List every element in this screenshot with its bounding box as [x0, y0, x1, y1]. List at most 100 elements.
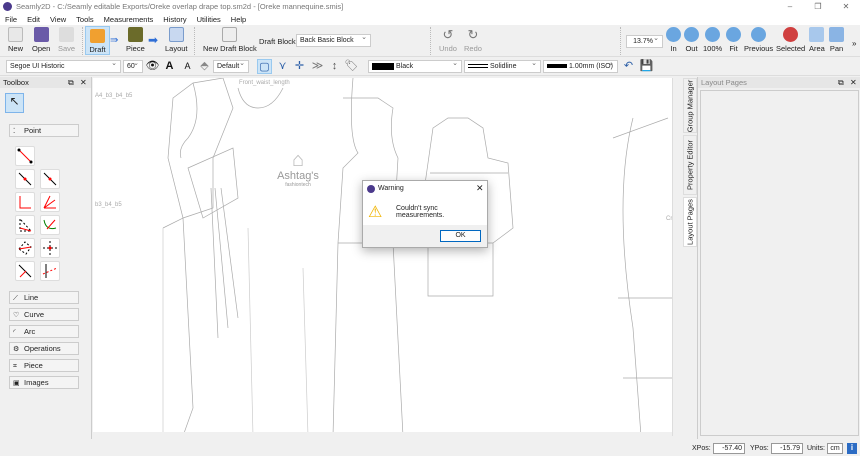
font-select[interactable]: Segoe UI Historic [6, 60, 121, 73]
draft-mode-button[interactable]: Draft [85, 26, 110, 55]
float-icon[interactable]: ⧉ [838, 77, 844, 88]
close-button[interactable]: ✕ [832, 0, 860, 13]
zoom-fit-label: Fit [729, 44, 737, 53]
layout-pages-list[interactable] [700, 90, 859, 436]
title-bar: Seamly2D - C:/Seamly editable Exports/Or… [0, 0, 860, 13]
label-style-icon[interactable]: ⬘ [197, 59, 212, 74]
color-label: Black [396, 63, 413, 70]
midpoint-tool[interactable] [40, 169, 60, 189]
reset-icon[interactable]: ↶ [621, 59, 636, 74]
line-point-tool[interactable] [15, 146, 35, 166]
zoom-out-button[interactable]: Out [684, 27, 699, 53]
line-group-button[interactable]: ⟋Line [9, 291, 79, 304]
point-group-button[interactable]: ⁚Point [9, 124, 79, 137]
images-group-button[interactable]: ▣Images [9, 376, 79, 389]
curve-group-button[interactable]: ♡Curve [9, 308, 79, 321]
chevrons-icon[interactable]: ≫ [310, 59, 325, 74]
arc-group-button[interactable]: ◜Arc [9, 325, 79, 338]
line-weight-select[interactable]: 1.00mm (ISO) [543, 60, 618, 73]
zoom-previous-button[interactable]: Previous [744, 27, 773, 53]
height-tool[interactable] [15, 261, 35, 281]
zoom-fit-button[interactable]: Fit [726, 27, 741, 53]
ok-button[interactable]: OK [440, 230, 481, 242]
piece-icon: ⌗ [13, 361, 17, 372]
menu-history[interactable]: History [158, 15, 191, 24]
toggle-points-icon[interactable]: ▢ [257, 59, 272, 74]
pan-button[interactable]: Pan [829, 27, 844, 53]
decrease-font-icon[interactable]: A [180, 59, 195, 74]
float-icon[interactable]: ⧉ [68, 77, 74, 88]
menu-help[interactable]: Help [226, 15, 251, 24]
tab-property-editor[interactable]: Property Editor [683, 135, 697, 195]
label-style-select[interactable]: Default [213, 60, 249, 73]
zoom-out-icon [684, 27, 699, 42]
zoom-selected-icon [783, 27, 798, 42]
tag-icon[interactable]: 🏷 [344, 59, 359, 74]
redo-button[interactable]: ↻Redo [464, 27, 482, 53]
line-type-select[interactable]: Solidline [464, 60, 541, 73]
zoom-100-button[interactable]: 100% [703, 27, 722, 53]
new-draft-block-icon [222, 27, 237, 42]
draft-block-select[interactable]: Back Basic Block [296, 34, 371, 47]
menu-tools[interactable]: Tools [71, 15, 99, 24]
zoom-spinbox[interactable]: 13.7% [626, 35, 663, 48]
vertical-scrollbar[interactable] [672, 78, 679, 436]
zoom-selected-button[interactable]: Selected [776, 27, 805, 53]
dialog-close-button[interactable]: ✕ [476, 183, 484, 194]
intersect-xy-tool[interactable] [40, 238, 60, 258]
normal-tool[interactable] [15, 192, 35, 212]
new-draft-block-button[interactable]: New Draft Block [203, 27, 257, 53]
menu-measurements[interactable]: Measurements [99, 15, 159, 24]
zoom-previous-icon [751, 27, 766, 42]
save-icon [59, 27, 74, 42]
piece-label: Piece [24, 361, 43, 370]
zoom-in-button[interactable]: In [666, 27, 681, 53]
curve-intersect-tool[interactable] [40, 215, 60, 235]
menu-edit[interactable]: Edit [22, 15, 45, 24]
line-intersect-tool[interactable] [40, 261, 60, 281]
drawing-canvas[interactable]: A4_b3_b4_b5 b3_b4_b5 Front_waist_length … [93, 78, 679, 436]
pointer-tool[interactable]: ↖ [5, 93, 24, 113]
shoulder-point-tool[interactable] [15, 238, 35, 258]
font-size-select[interactable]: 60 [123, 60, 143, 73]
zoom-area-button[interactable]: Area [809, 27, 825, 53]
eye-icon[interactable]: 👁 [145, 59, 160, 74]
triangle-tool[interactable] [15, 215, 35, 235]
menu-file[interactable]: File [0, 15, 22, 24]
toolbar-overflow-button[interactable]: » [852, 39, 856, 48]
piece-mode-button[interactable]: Piece [126, 27, 145, 53]
tab-layout-pages[interactable]: Layout Pages [683, 197, 697, 247]
operations-group-button[interactable]: ⚙Operations [9, 342, 79, 355]
minimize-button[interactable]: – [776, 0, 804, 13]
vertical-arrow-icon[interactable]: ↕ [327, 59, 342, 74]
zoom-original-icon [705, 27, 720, 42]
line-type-label: Solidline [490, 63, 516, 70]
ypos-field: -15.79 [771, 443, 803, 454]
close-panel-icon[interactable]: ✕ [850, 77, 857, 88]
piece-group-button[interactable]: ⌗ Piece [9, 359, 79, 372]
app-logo-icon [3, 2, 12, 11]
toggle-curves-icon[interactable]: ⋎ [275, 59, 290, 74]
units-field[interactable]: cm [827, 443, 843, 454]
layout-icon [169, 27, 184, 42]
separator [430, 27, 431, 55]
bisector-tool[interactable] [40, 192, 60, 212]
info-icon[interactable]: i [847, 443, 857, 454]
menu-utilities[interactable]: Utilities [192, 15, 226, 24]
restore-button[interactable]: ❐ [804, 0, 832, 13]
new-button[interactable]: New [8, 27, 23, 53]
save-defaults-icon[interactable]: 💾 [639, 59, 654, 74]
horizontal-scrollbar[interactable] [93, 432, 672, 438]
layout-mode-button[interactable]: Layout [165, 27, 188, 53]
color-select[interactable]: Black [368, 60, 462, 73]
increase-font-icon[interactable]: A [162, 59, 177, 74]
along-line-tool[interactable] [15, 169, 35, 189]
tab-group-manager[interactable]: Group Manager [683, 78, 697, 133]
crosshair-icon[interactable]: ✛ [292, 59, 307, 74]
zoom-previous-label: Previous [744, 44, 773, 53]
undo-button[interactable]: ↺Undo [439, 27, 457, 53]
open-button[interactable]: Open [32, 27, 50, 53]
save-button[interactable]: Save [58, 27, 75, 53]
menu-view[interactable]: View [45, 15, 71, 24]
close-panel-icon[interactable]: ✕ [80, 77, 87, 88]
